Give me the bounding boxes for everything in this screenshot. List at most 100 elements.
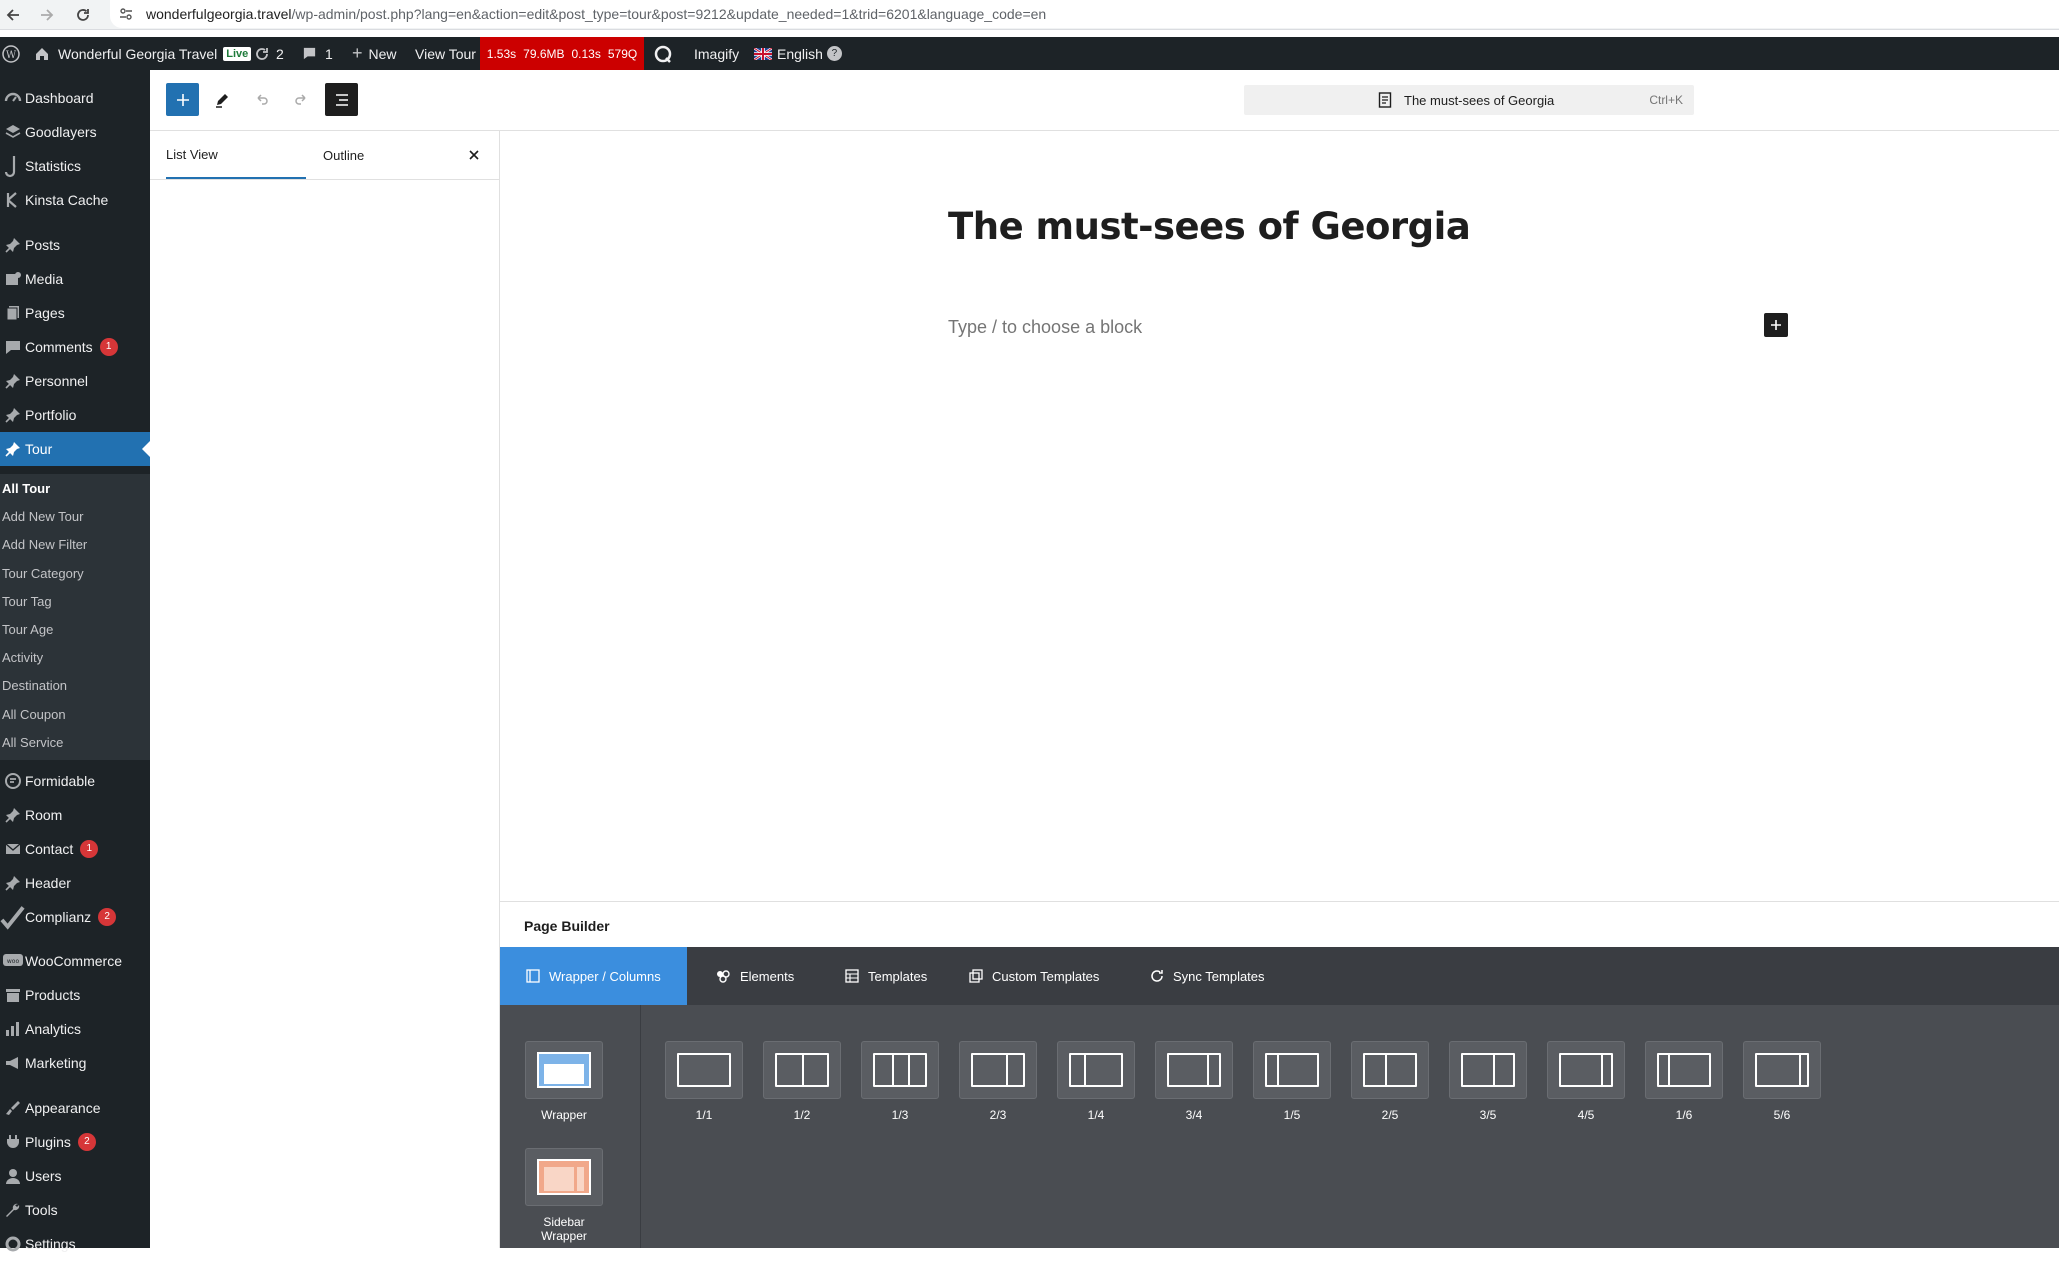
item-caption: 5/6	[1773, 1108, 1791, 1122]
svg-text:W: W	[6, 50, 17, 61]
submenu-item-tour-category[interactable]: Tour Category	[2, 566, 84, 581]
view-tour-link[interactable]: View Tour	[415, 37, 476, 70]
builder-tab-label: Custom Templates	[992, 968, 1100, 984]
wordpress-logo-icon[interactable]: W	[2, 37, 20, 70]
sidebar-item-portfolio[interactable]: Portfolio	[0, 398, 150, 432]
inline-inserter-button[interactable]	[1764, 313, 1788, 337]
undo-button[interactable]	[245, 83, 278, 116]
sidebar-item-dashboard[interactable]: Dashboard	[0, 81, 150, 115]
sidebar-item-room[interactable]: Room	[0, 798, 150, 832]
comments-link[interactable]: 1	[302, 37, 333, 70]
builder-tab-templates[interactable]: Templates	[819, 947, 953, 1005]
column-1-5-item[interactable]: 1/5	[1252, 1041, 1332, 1122]
sidebar-item-users[interactable]: Users	[0, 1159, 150, 1193]
sidebar-item-label: Goodlayers	[25, 124, 97, 140]
submenu-item-tour-tag[interactable]: Tour Tag	[2, 594, 52, 609]
sidebar-item-analytics[interactable]: Analytics	[0, 1012, 150, 1046]
sidebar-item-complianz[interactable]: Complianz 2	[0, 900, 150, 934]
sidebar-item-label: Tour	[25, 441, 53, 457]
column-1-2-item[interactable]: 1/2	[762, 1041, 842, 1122]
document-overview-button[interactable]	[325, 83, 358, 116]
sidebar-item-formidable[interactable]: Formidable	[0, 764, 150, 798]
column-3-4-icon	[1155, 1041, 1233, 1099]
new-content-link[interactable]: + New	[352, 37, 397, 70]
sidebar-item-settings[interactable]: Settings	[0, 1227, 150, 1261]
column-1-1-item[interactable]: 1/1	[664, 1041, 744, 1122]
builder-tab-elements[interactable]: Elements	[689, 947, 820, 1005]
sidebar-item-media[interactable]: Media	[0, 262, 150, 296]
command-palette-bar[interactable]: The must-sees of Georgia Ctrl+K	[1244, 85, 1694, 115]
item-caption: 1/4	[1087, 1108, 1105, 1122]
sidebar-item-tour[interactable]: Tour	[0, 432, 150, 466]
builder-tab-label: Sync Templates	[1173, 968, 1265, 984]
redo-button[interactable]	[284, 83, 317, 116]
column-1-6-item[interactable]: 1/6	[1644, 1041, 1724, 1122]
sidebar-item-personnel[interactable]: Personnel	[0, 364, 150, 398]
submenu-item-all-coupon[interactable]: All Coupon	[2, 707, 66, 722]
column-3-4-item[interactable]: 3/4	[1154, 1041, 1234, 1122]
block-placeholder[interactable]: Type / to choose a block	[948, 317, 1142, 338]
reload-icon[interactable]	[72, 4, 94, 26]
block-inserter-button[interactable]	[166, 83, 199, 116]
sidebar-item-woocommerce[interactable]: woo WooCommerce	[0, 944, 150, 978]
column-2-3-icon	[959, 1041, 1037, 1099]
sidebar-item-plugins[interactable]: Plugins 2	[0, 1125, 150, 1159]
wrapper-item[interactable]: Wrapper	[524, 1041, 604, 1122]
back-icon[interactable]	[2, 4, 24, 26]
language-switcher[interactable]: English ?	[754, 37, 842, 70]
column-3-5-item[interactable]: 3/5	[1448, 1041, 1528, 1122]
post-title[interactable]: The must-sees of Georgia	[948, 205, 1471, 248]
sidebar-item-header[interactable]: Header	[0, 866, 150, 900]
builder-tab-sync-templates[interactable]: Sync Templates	[1124, 947, 1291, 1005]
address-bar[interactable]: wonderfulgeorgia.travel/wp-admin/post.ph…	[110, 0, 2059, 28]
sidebar-item-label: Marketing	[25, 1055, 87, 1071]
submenu-item-destination[interactable]: Destination	[2, 678, 67, 693]
sidebar-item-pages[interactable]: Pages	[0, 296, 150, 330]
submenu-item-tour-age[interactable]: Tour Age	[2, 622, 53, 637]
sidebar-item-statistics[interactable]: Statistics	[0, 149, 150, 183]
builder-tab-custom-templates[interactable]: Custom Templates	[943, 947, 1125, 1005]
sidebar-item-label: Analytics	[25, 1021, 82, 1037]
sidebar-item-posts[interactable]: Posts	[0, 228, 150, 262]
page-builder-header: Page Builder	[500, 901, 2059, 947]
column-2-3-item[interactable]: 2/3	[958, 1041, 1038, 1122]
column-1-4-item[interactable]: 1/4	[1056, 1041, 1136, 1122]
imagify-link[interactable]: Imagify	[694, 37, 739, 70]
site-name-link[interactable]: Wonderful Georgia Travel Live	[34, 37, 252, 70]
submenu-item-add-new-filter[interactable]: Add New Filter	[2, 537, 87, 552]
pin-icon	[0, 406, 25, 424]
sidebar-item-label: Pages	[25, 305, 65, 321]
submenu-item-add-new-tour[interactable]: Add New Tour	[2, 509, 83, 524]
submenu-item-all-service[interactable]: All Service	[2, 735, 63, 750]
sidebar-item-label: Comments	[25, 339, 93, 355]
close-panel-button[interactable]	[468, 131, 480, 179]
sidebar-item-tools[interactable]: Tools	[0, 1193, 150, 1227]
sidebar-item-kinsta-cache[interactable]: Kinsta Cache	[0, 183, 150, 217]
perf-time: 1.53s	[486, 46, 517, 61]
query-monitor-stats[interactable]: 1.53s 79.6MB 0.13s 579Q	[480, 37, 644, 70]
tab-list-view[interactable]: List View	[166, 131, 306, 179]
submenu-item-activity[interactable]: Activity	[2, 650, 43, 665]
updates-link[interactable]: 2	[254, 37, 284, 70]
column-5-6-item[interactable]: 5/6	[1742, 1041, 1822, 1122]
column-1-3-item[interactable]: 1/3	[860, 1041, 940, 1122]
sidebar-item-contact[interactable]: Contact 1	[0, 832, 150, 866]
sidebar-item-marketing[interactable]: Marketing	[0, 1046, 150, 1080]
tab-outline[interactable]: Outline	[323, 131, 364, 179]
site-info-icon[interactable]	[118, 6, 134, 22]
submenu-item-all-tour[interactable]: All Tour	[2, 481, 50, 496]
sidebar-item-appearance[interactable]: Appearance	[0, 1091, 150, 1125]
sidebar-item-goodlayers[interactable]: Goodlayers	[0, 115, 150, 149]
support-icon[interactable]	[653, 37, 673, 70]
builder-tab-wrapper-columns[interactable]: Wrapper / Columns	[500, 947, 687, 1005]
sidebar-wrapper-item[interactable]: Sidebar Wrapper	[524, 1148, 604, 1243]
sidebar-item-comments[interactable]: Comments 1	[0, 330, 150, 364]
column-2-5-item[interactable]: 2/5	[1350, 1041, 1430, 1122]
sidebar-item-products[interactable]: Products	[0, 978, 150, 1012]
sidebar-item-label: Users	[25, 1168, 62, 1184]
column-1-5-icon	[1253, 1041, 1331, 1099]
column-4-5-item[interactable]: 4/5	[1546, 1041, 1626, 1122]
builder-tab-label: Wrapper / Columns	[549, 968, 661, 984]
forward-icon[interactable]	[36, 4, 58, 26]
tools-pencil-button[interactable]	[205, 83, 238, 116]
